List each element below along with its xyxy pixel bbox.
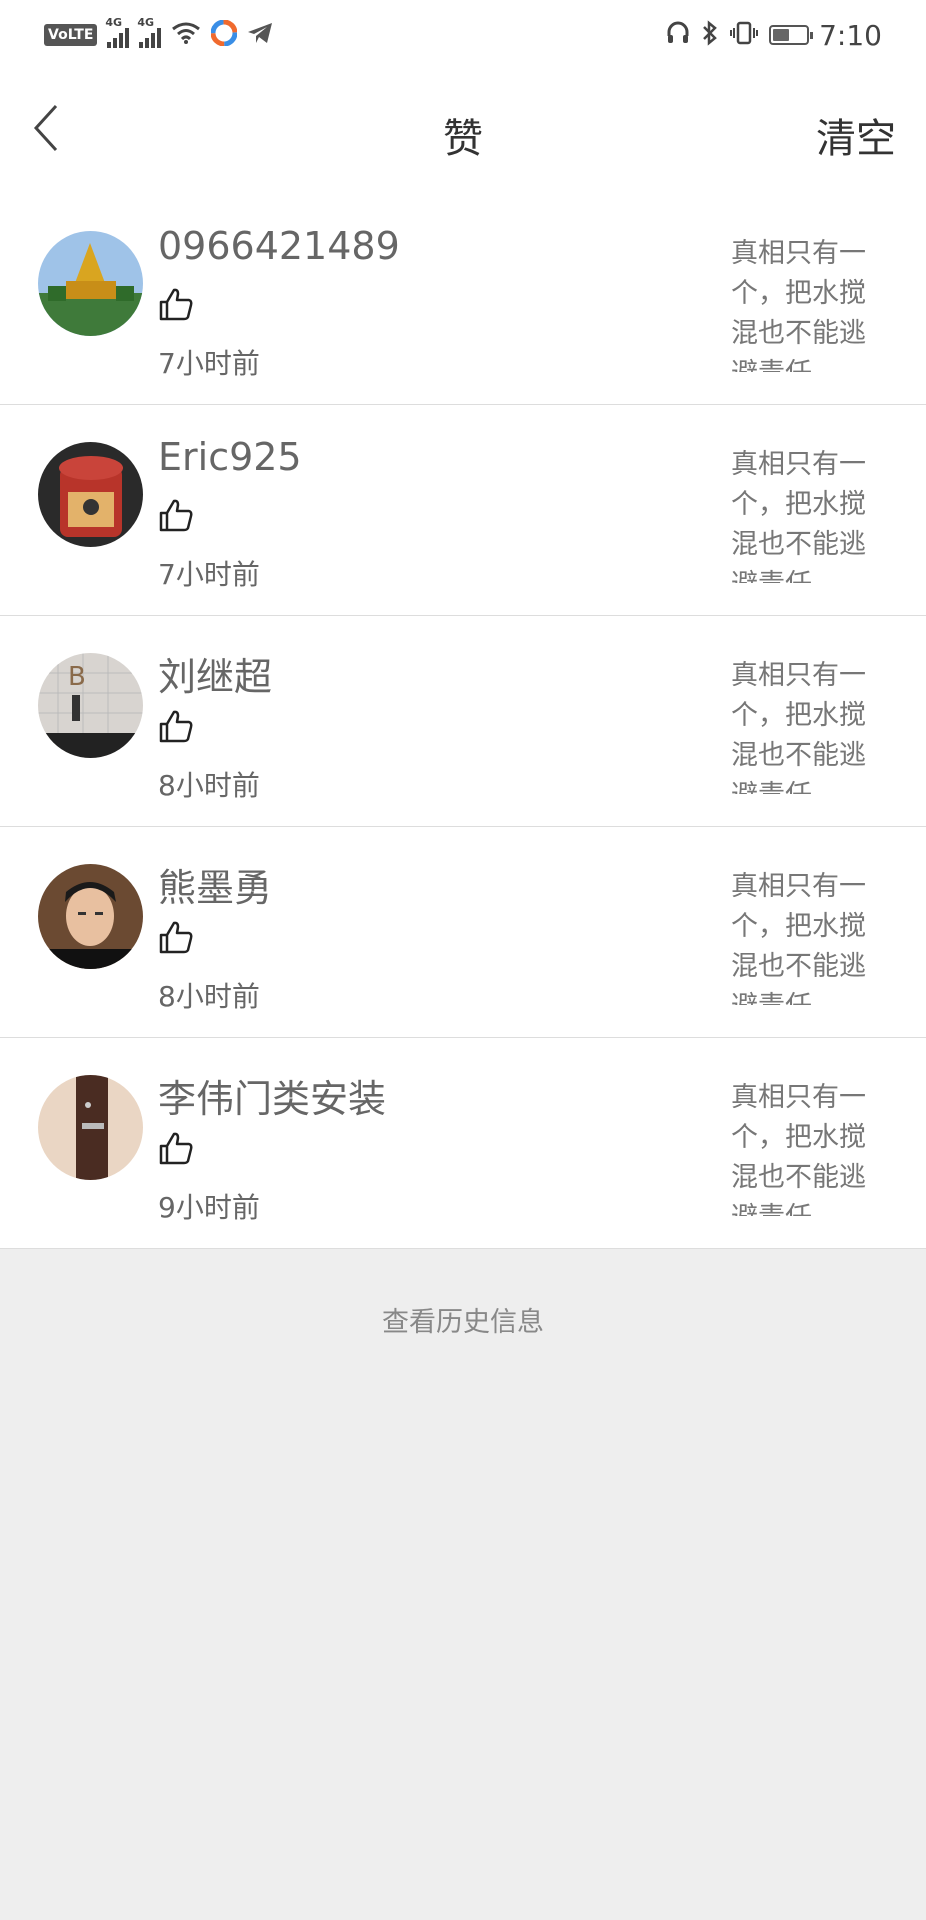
post-excerpt[interactable]: 真相只有一个，把水搅混也不能逃避责任 xyxy=(731,656,881,794)
volte-badge: VoLTE xyxy=(44,24,98,46)
thumbs-up-icon xyxy=(159,710,193,743)
like-time: 8小时前 xyxy=(158,980,260,1013)
user-name[interactable]: 熊墨勇 xyxy=(158,857,272,912)
app-notification-icon xyxy=(210,19,238,50)
status-left: VoLTE 4G 4G xyxy=(44,16,273,50)
like-time: 7小时前 xyxy=(158,347,260,380)
view-history-link[interactable]: 查看历史信息 xyxy=(0,1300,926,1339)
network-type-label-2: 4G xyxy=(137,16,155,29)
page-title: 赞 xyxy=(443,116,483,162)
signal-icon-2: 4G xyxy=(137,16,162,48)
list-item[interactable]: 李伟门类安装 9小时前 真相只有一个，把水搅混也不能逃避责任 xyxy=(0,1038,926,1249)
list-item[interactable]: 0966421489 7小时前 真相只有一个，把水搅混也不能逃避责任 xyxy=(0,194,926,405)
likes-list: 0966421489 7小时前 真相只有一个，把水搅混也不能逃避责任 Eric9… xyxy=(0,194,926,1249)
telegram-icon xyxy=(247,21,273,49)
list-item[interactable]: B 刘继超 8小时前 真相只有一个，把水搅混也不能逃避责任 xyxy=(0,616,926,827)
avatar[interactable] xyxy=(38,864,143,969)
post-excerpt[interactable]: 真相只有一个，把水搅混也不能逃避责任 xyxy=(731,867,881,1005)
top-bar: 赞 清空 xyxy=(0,70,926,195)
clock: 7:10 xyxy=(819,18,882,52)
bluetooth-icon xyxy=(701,20,719,50)
battery-icon xyxy=(769,25,814,45)
post-excerpt[interactable]: 真相只有一个，把水搅混也不能逃避责任 xyxy=(731,445,881,583)
network-type-label: 4G xyxy=(105,16,123,29)
clear-button[interactable]: 清空 xyxy=(816,106,896,164)
headphones-icon xyxy=(665,20,691,50)
status-right: 7:10 xyxy=(665,19,882,52)
like-time: 8小时前 xyxy=(158,769,260,802)
post-excerpt[interactable]: 真相只有一个，把水搅混也不能逃避责任 xyxy=(731,234,881,372)
list-item[interactable]: Eric925 7小时前 真相只有一个，把水搅混也不能逃避责任 xyxy=(0,405,926,616)
user-name[interactable]: Eric925 xyxy=(158,435,302,479)
like-time: 9小时前 xyxy=(158,1191,260,1224)
user-name[interactable]: 刘继超 xyxy=(158,646,272,701)
wifi-icon xyxy=(171,21,201,50)
avatar[interactable]: B xyxy=(38,653,143,758)
avatar[interactable] xyxy=(38,1075,143,1180)
user-name[interactable]: 0966421489 xyxy=(158,224,400,268)
user-name[interactable]: 李伟门类安装 xyxy=(158,1068,386,1123)
post-excerpt[interactable]: 真相只有一个，把水搅混也不能逃避责任 xyxy=(731,1078,881,1216)
thumbs-up-icon xyxy=(159,499,193,532)
svg-text:B: B xyxy=(68,662,86,692)
like-time: 7小时前 xyxy=(158,558,260,591)
thumbs-up-icon xyxy=(159,1132,193,1165)
avatar[interactable] xyxy=(38,231,143,336)
vibrate-icon xyxy=(729,20,759,50)
thumbs-up-icon xyxy=(159,921,193,954)
status-bar: VoLTE 4G 4G 7:10 xyxy=(0,0,926,70)
avatar[interactable] xyxy=(38,442,143,547)
list-item[interactable]: 熊墨勇 8小时前 真相只有一个，把水搅混也不能逃避责任 xyxy=(0,827,926,1038)
thumbs-up-icon xyxy=(159,288,193,321)
signal-icon: 4G xyxy=(105,16,130,48)
